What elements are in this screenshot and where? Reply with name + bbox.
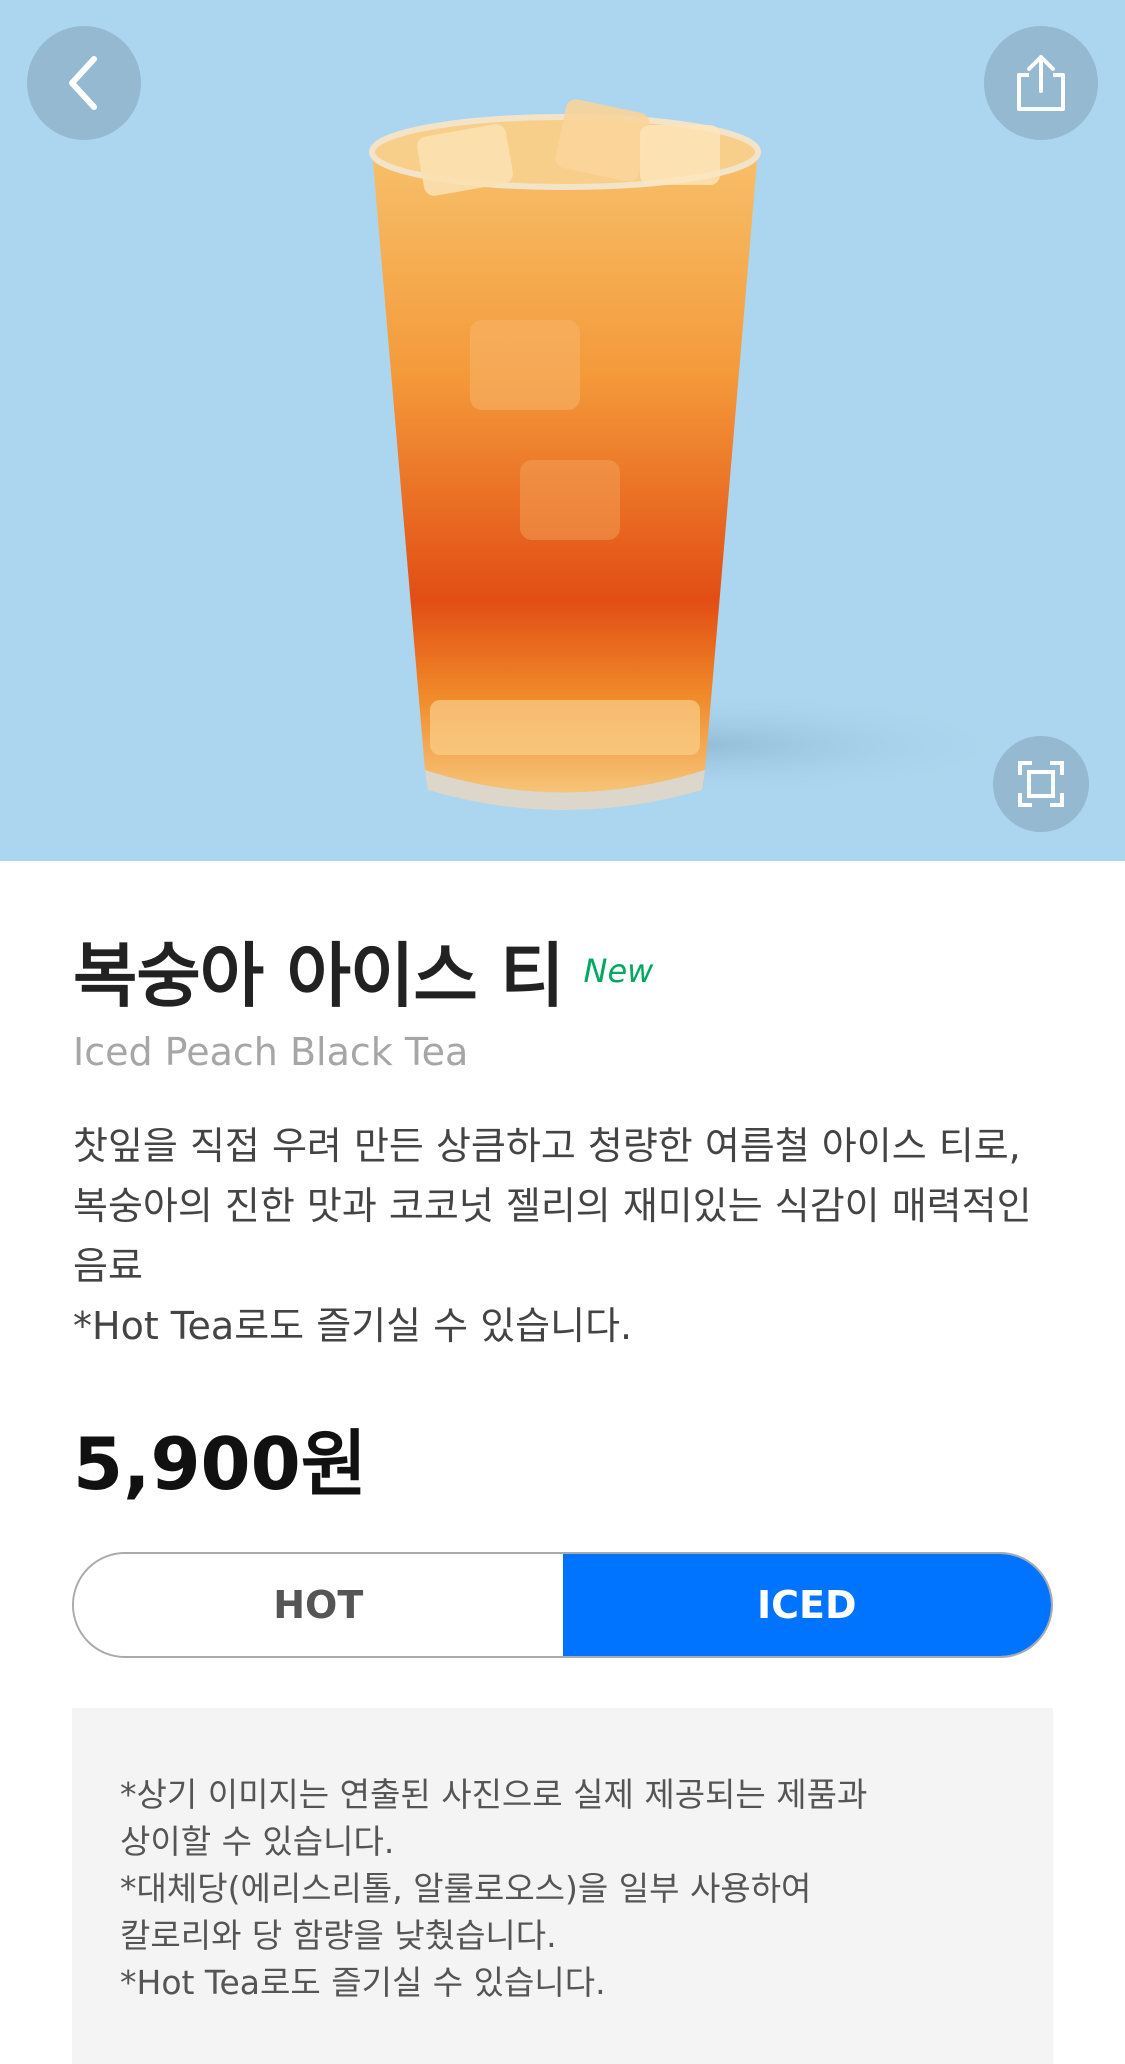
notice-line: 칼로리와 당 함량을 낮췄습니다. (120, 1916, 557, 1955)
product-description: 찻잎을 직접 우려 만든 상큼하고 청량한 여름철 아이스 티로, 복숭아의 진… (73, 1116, 1073, 1356)
description-line: 찻잎을 직접 우려 만든 상큼하고 청량한 여름철 아이스 티로, (73, 1124, 1021, 1168)
product-english-name: Iced Peach Black Tea (73, 1030, 469, 1074)
hot-option-button[interactable]: HOT (74, 1554, 563, 1656)
product-price: 5,900원 (73, 1422, 367, 1506)
description-line: 복숭아의 진한 맛과 코코넛 젤리의 재미있는 식감이 매력적인 (73, 1184, 1032, 1228)
share-icon (1017, 55, 1065, 111)
notice-line: 상이할 수 있습니다. (120, 1822, 395, 1861)
notice-box: *상기 이미지는 연출된 사진으로 실제 제공되는 제품과 상이할 수 있습니다… (72, 1708, 1053, 2064)
expand-button[interactable] (993, 736, 1089, 832)
product-image (0, 0, 1125, 861)
notice-line: *Hot Tea로도 즐기실 수 있습니다. (120, 1963, 606, 2002)
chevron-left-icon (69, 56, 97, 110)
back-button[interactable] (27, 26, 141, 140)
notice-line: *대체당(에리스리톨, 알룰로오스)을 일부 사용하여 (120, 1869, 812, 1908)
temperature-toggle: HOT ICED (72, 1552, 1053, 1658)
expand-icon (1018, 761, 1064, 807)
description-line: *Hot Tea로도 즐기실 수 있습니다. (73, 1304, 633, 1348)
notice-line: *상기 이미지는 연출된 사진으로 실제 제공되는 제품과 (120, 1775, 868, 1814)
share-button[interactable] (984, 26, 1098, 140)
iced-option-button[interactable]: ICED (562, 1554, 1051, 1656)
new-badge: New (583, 952, 654, 990)
product-title-row: 복숭아 아이스 티 New (73, 920, 653, 1021)
iced-tea-glass-image (369, 99, 1030, 810)
description-line: 음료 (73, 1244, 143, 1288)
product-name: 복숭아 아이스 티 (73, 935, 565, 1017)
